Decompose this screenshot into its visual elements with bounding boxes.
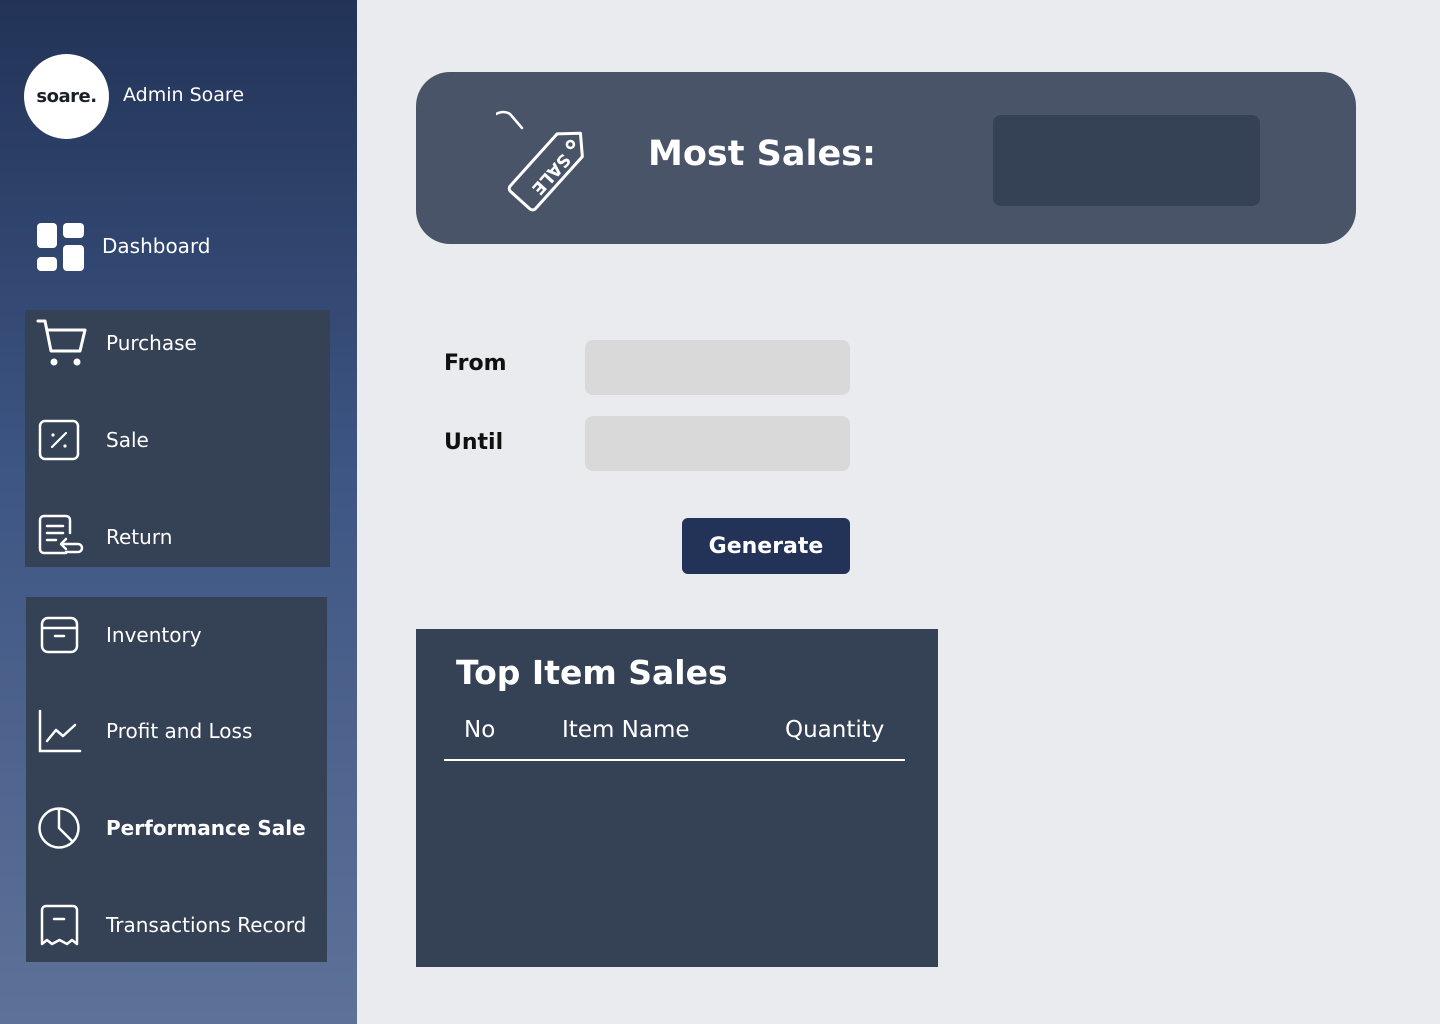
sidebar-item-label: Transactions Record <box>106 913 307 937</box>
sidebar: soare. Admin Soare Dashboard Purchase Sa… <box>0 0 357 1024</box>
sidebar-item-profit-loss[interactable]: Profit and Loss <box>36 704 252 758</box>
return-receipt-icon <box>36 511 88 563</box>
sidebar-item-label: Profit and Loss <box>106 719 253 743</box>
sidebar-item-label: Inventory <box>106 623 202 647</box>
pie-chart-icon <box>36 802 88 854</box>
sidebar-item-label: Return <box>106 525 173 549</box>
most-sales-banner: SALE Most Sales: <box>416 72 1356 244</box>
sidebar-item-dashboard[interactable]: Dashboard <box>36 219 211 273</box>
most-sales-value <box>993 115 1260 206</box>
table-body <box>444 769 905 949</box>
generate-button[interactable]: Generate <box>682 518 850 574</box>
sidebar-item-label: Dashboard <box>102 234 211 258</box>
sidebar-item-purchase[interactable]: Purchase <box>36 316 197 370</box>
table-header-divider <box>444 759 905 761</box>
receipt-icon <box>36 899 88 951</box>
sidebar-item-transactions-record[interactable]: Transactions Record <box>36 898 306 952</box>
from-label: From <box>444 351 507 376</box>
column-header-no: No <box>464 717 496 743</box>
cart-icon <box>36 317 88 369</box>
discount-icon <box>36 414 88 466</box>
most-sales-label: Most Sales: <box>648 134 877 174</box>
dashboard-icon <box>36 220 88 272</box>
sidebar-item-return[interactable]: Return <box>36 510 172 564</box>
sidebar-item-sale[interactable]: Sale <box>36 413 149 467</box>
column-header-item-name: Item Name <box>562 717 690 743</box>
admin-name: Admin Soare <box>123 84 245 106</box>
line-chart-icon <box>36 705 88 757</box>
sidebar-item-inventory[interactable]: Inventory <box>36 608 202 662</box>
sale-tag-icon: SALE <box>496 110 584 212</box>
column-header-quantity: Quantity <box>785 717 885 743</box>
until-date-input[interactable] <box>585 416 850 471</box>
archive-box-icon <box>36 609 88 661</box>
sidebar-item-performance-sale[interactable]: Performance Sale <box>36 801 306 855</box>
sidebar-item-label: Performance Sale <box>106 816 306 840</box>
table-title: Top Item Sales <box>456 653 728 692</box>
until-label: Until <box>444 430 504 455</box>
logo: soare. <box>24 54 109 139</box>
sidebar-item-label: Purchase <box>106 331 197 355</box>
from-date-input[interactable] <box>585 340 850 395</box>
sidebar-item-label: Sale <box>106 428 149 452</box>
top-item-sales-table: Top Item Sales No Item Name Quantity <box>416 629 938 967</box>
logo-text: soare. <box>36 86 97 107</box>
